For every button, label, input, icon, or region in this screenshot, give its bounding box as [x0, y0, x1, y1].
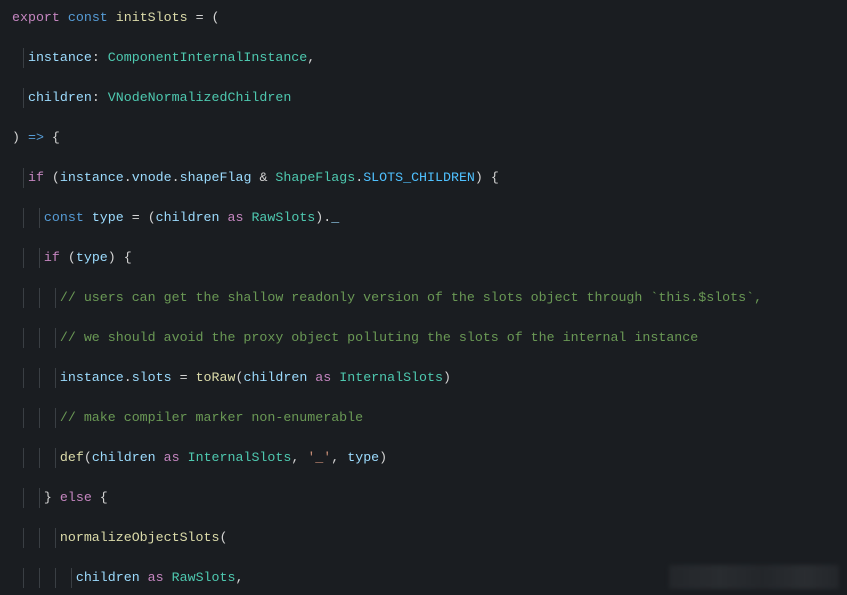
- code-line: export const initSlots = (: [12, 8, 835, 28]
- comment: // we should avoid the proxy object poll…: [60, 330, 698, 345]
- code-line: ) => {: [12, 128, 835, 148]
- code-line: } else {: [12, 488, 835, 508]
- code-line: instance.slots = toRaw(children as Inter…: [12, 368, 835, 388]
- comment: // users can get the shallow readonly ve…: [60, 290, 762, 305]
- code-line: if (instance.vnode.shapeFlag & ShapeFlag…: [12, 168, 835, 188]
- code-line: normalizeObjectSlots(: [12, 528, 835, 548]
- code-line: const type = (children as RawSlots)._: [12, 208, 835, 228]
- code-line: if (type) {: [12, 248, 835, 268]
- code-line: def(children as InternalSlots, '_', type…: [12, 448, 835, 468]
- code-line: instance: ComponentInternalInstance,: [12, 48, 835, 68]
- code-editor[interactable]: export const initSlots = ( instance: Com…: [0, 0, 847, 595]
- code-line: children: VNodeNormalizedChildren: [12, 88, 835, 108]
- watermark-blur: [669, 565, 839, 589]
- comment: // make compiler marker non-enumerable: [60, 410, 363, 425]
- code-line: // make compiler marker non-enumerable: [12, 408, 835, 428]
- code-line: // users can get the shallow readonly ve…: [12, 288, 835, 308]
- fn-initSlots: initSlots: [116, 10, 188, 25]
- code-line: // we should avoid the proxy object poll…: [12, 328, 835, 348]
